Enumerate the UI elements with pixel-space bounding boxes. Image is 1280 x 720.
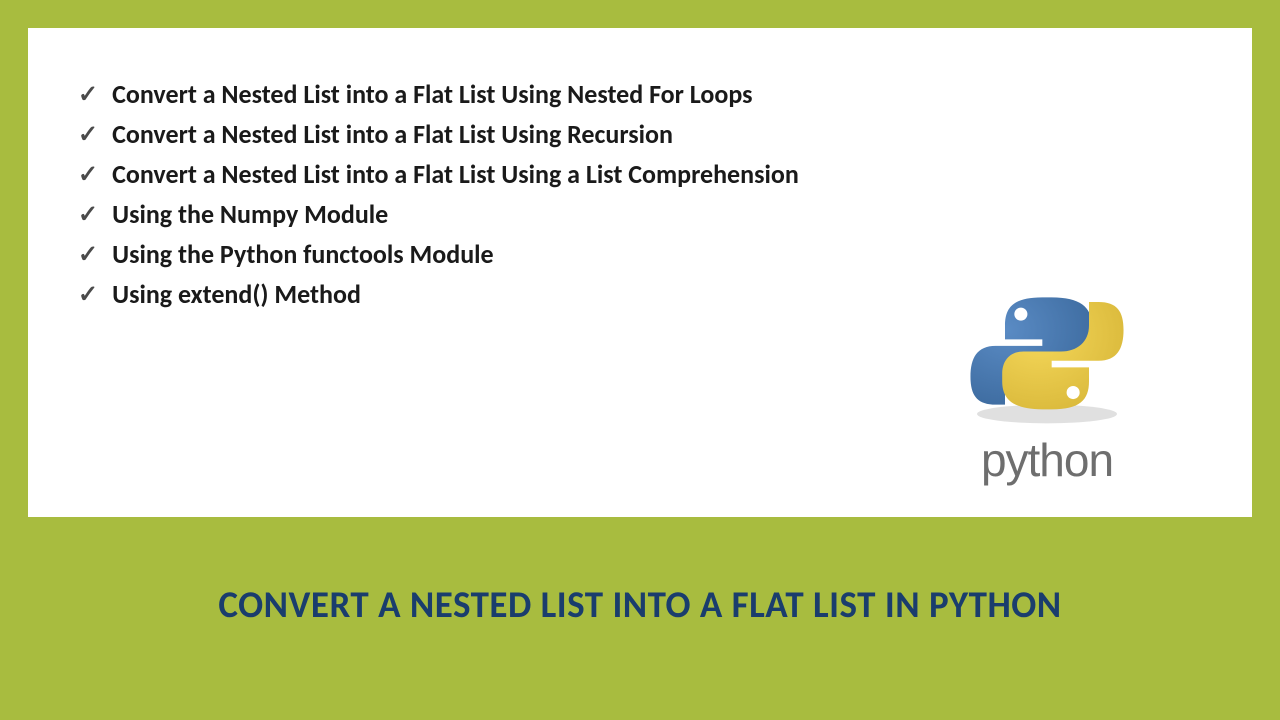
list-item: ✓ Convert a Nested List into a Flat List… xyxy=(78,118,1212,150)
list-item-text: Using the Python functools Module xyxy=(112,238,494,270)
python-logo-text: python xyxy=(981,433,1113,487)
list-item-text: Convert a Nested List into a Flat List U… xyxy=(112,158,799,190)
checkmark-icon: ✓ xyxy=(78,280,98,309)
list-item-text: Convert a Nested List into a Flat List U… xyxy=(112,118,673,150)
title-bar: CONVERT A NESTED LIST INTO A FLAT LIST I… xyxy=(28,517,1252,692)
list-item: ✓ Convert a Nested List into a Flat List… xyxy=(78,158,1212,190)
slide-title: CONVERT A NESTED LIST INTO A FLAT LIST I… xyxy=(218,582,1061,627)
list-item-text: Using extend() Method xyxy=(112,278,361,310)
methods-list: ✓ Convert a Nested List into a Flat List… xyxy=(78,78,1212,310)
checkmark-icon: ✓ xyxy=(78,80,98,109)
list-item-text: Convert a Nested List into a Flat List U… xyxy=(112,78,752,110)
slide-container: ✓ Convert a Nested List into a Flat List… xyxy=(28,28,1252,692)
list-item: ✓ Using the Python functools Module xyxy=(78,238,1212,270)
list-item: ✓ Using the Numpy Module xyxy=(78,198,1212,230)
python-logo: python xyxy=(917,288,1177,487)
checkmark-icon: ✓ xyxy=(78,200,98,229)
content-area: ✓ Convert a Nested List into a Flat List… xyxy=(28,28,1252,517)
list-item: ✓ Convert a Nested List into a Flat List… xyxy=(78,78,1212,110)
list-item-text: Using the Numpy Module xyxy=(112,198,388,230)
checkmark-icon: ✓ xyxy=(78,160,98,189)
checkmark-icon: ✓ xyxy=(78,240,98,269)
python-logo-icon xyxy=(952,288,1142,428)
checkmark-icon: ✓ xyxy=(78,120,98,149)
